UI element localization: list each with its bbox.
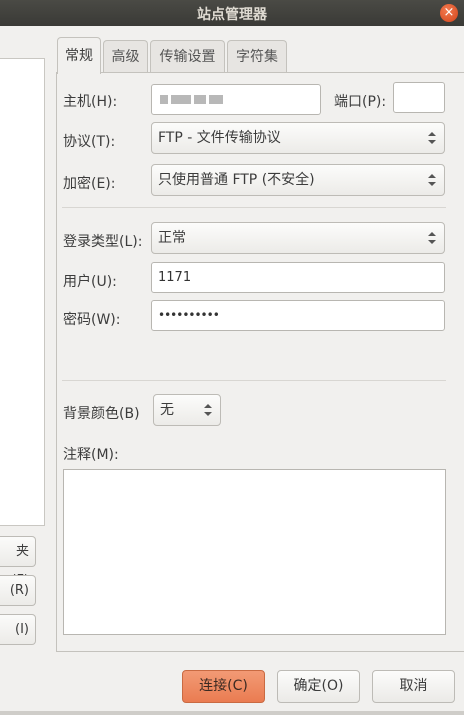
host-input[interactable] [151,84,321,115]
updown-arrows-icon [428,130,436,146]
tab-general[interactable]: 常规 [57,37,101,74]
host-value-redacted [160,95,223,104]
logon-type-select[interactable]: 正常 [151,222,445,254]
separator [62,207,446,208]
protocol-label: 协议(T): [63,134,116,150]
encryption-label: 加密(E): [63,176,116,192]
protocol-select[interactable]: FTP - 文件传输协议 [151,122,445,154]
title-bar: 站点管理器 × [0,0,464,26]
password-input[interactable]: •••••••••• [151,300,445,331]
new-folder-button[interactable]: 夹(F) [0,536,36,588]
close-icon[interactable]: × [440,4,458,22]
password-label: 密码(W): [63,312,121,328]
tab-transfer-settings[interactable]: 传输设置 [150,40,225,73]
window-title: 站点管理器 [197,7,267,23]
connect-button[interactable]: 连接(C) [182,670,265,703]
encryption-select[interactable]: 只使用普通 FTP (不安全) [151,164,445,196]
bg-color-select[interactable]: 无 [153,394,221,426]
cancel-button[interactable]: 取消 [372,670,455,703]
protocol-value: FTP - 文件传输协议 [158,130,281,146]
logon-type-value: 正常 [158,230,186,246]
port-label: 端口(P): [334,94,387,110]
comments-textarea[interactable] [63,469,446,635]
host-label: 主机(H): [63,94,118,110]
comments-label: 注释(M): [63,447,119,463]
window-bottom-edge [0,711,464,715]
encryption-value: 只使用普通 FTP (不安全) [158,172,315,188]
updown-arrows-icon [204,402,212,418]
import-button[interactable]: (I) [0,614,36,645]
user-input[interactable]: 1171 [151,262,445,293]
tab-charset[interactable]: 字符集 [227,40,287,73]
site-tree[interactable] [0,58,45,526]
updown-arrows-icon [428,230,436,246]
updown-arrows-icon [428,172,436,188]
separator [62,380,446,381]
rename-button[interactable]: (R) [0,575,36,606]
bg-color-label: 背景颜色(B) [63,406,140,422]
port-input[interactable] [393,82,445,113]
bg-color-value: 无 [160,402,174,418]
ok-button[interactable]: 确定(O) [277,670,360,703]
tab-advanced[interactable]: 高级 [103,40,148,73]
user-label: 用户(U): [63,274,117,290]
logon-type-label: 登录类型(L): [63,234,143,250]
